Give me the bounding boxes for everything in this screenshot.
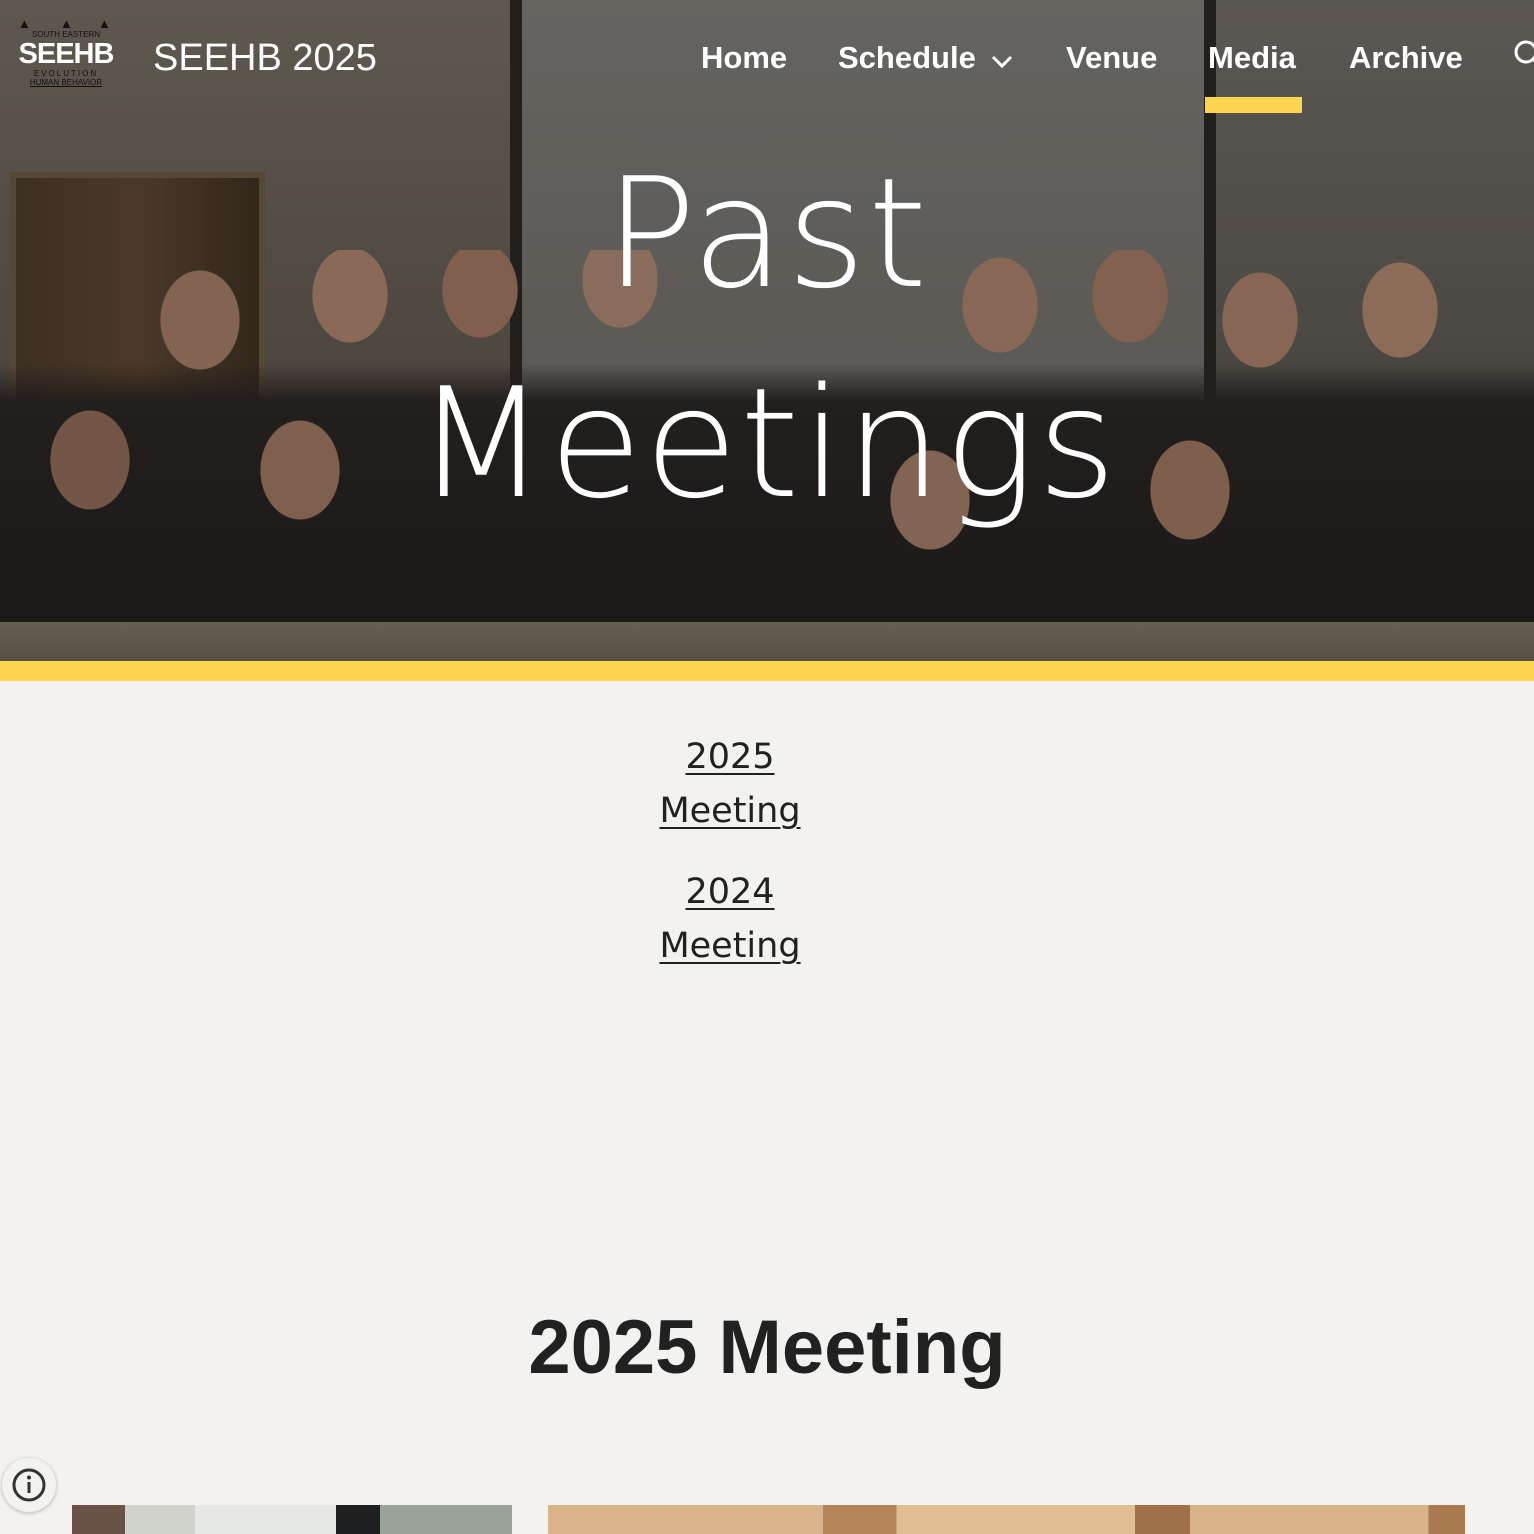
logo-figure-icon: ▲	[98, 16, 111, 31]
link-2024-year: 2024	[685, 872, 775, 912]
info-icon[interactable]	[2, 1458, 56, 1512]
nav-venue-label: Venue	[1066, 40, 1158, 75]
nav-media[interactable]: Media	[1208, 36, 1296, 80]
nav-active-indicator	[1205, 97, 1302, 113]
site-title[interactable]: SEEHB 2025	[153, 36, 377, 80]
nav-schedule-label: Schedule	[838, 40, 976, 75]
link-2025-meeting[interactable]: 2025 Meeting	[635, 730, 825, 838]
section-heading-2025: 2025 Meeting	[528, 1305, 1006, 1390]
logo-wordmark: SEEHB	[18, 38, 115, 70]
meeting-links: 2025 Meeting 2024 Meeting	[560, 730, 900, 973]
nav-venue[interactable]: Venue	[1066, 36, 1157, 80]
gallery-image[interactable]	[72, 1505, 512, 1534]
link-2025-year: 2025	[685, 737, 775, 777]
search-icon[interactable]	[1512, 38, 1534, 78]
nav-home-label: Home	[701, 40, 788, 75]
hero-accent-band	[0, 661, 1534, 681]
nav-archive-label: Archive	[1349, 40, 1463, 75]
site-logo[interactable]: ▲ ▲ ▲ SOUTH EASTERN SEEHB EVOLUTION HUMA…	[14, 16, 118, 88]
hero-title-line2: Meetings	[415, 355, 1119, 532]
link-2024-meeting[interactable]: 2024 Meeting	[635, 865, 825, 973]
logo-figure-icon: ▲	[18, 16, 31, 31]
logo-bottom-text: HUMAN BEHAVIOR	[29, 78, 103, 87]
nav-home[interactable]: Home	[701, 36, 787, 80]
link-2024-label: Meeting	[659, 926, 801, 966]
logo-mid-text: EVOLUTION	[33, 69, 99, 78]
hero-title-line1: Past	[604, 145, 930, 322]
nav-media-label: Media	[1208, 40, 1296, 75]
logo-figure-icon: ▲	[60, 16, 73, 31]
gallery-image[interactable]	[548, 1505, 1465, 1534]
site-header: ▲ ▲ ▲ SOUTH EASTERN SEEHB EVOLUTION HUMA…	[0, 0, 1534, 115]
nav-schedule[interactable]: Schedule	[838, 36, 1014, 80]
link-2025-label: Meeting	[659, 791, 801, 831]
nav-archive[interactable]: Archive	[1349, 36, 1463, 80]
chevron-down-icon[interactable]	[990, 38, 1014, 82]
